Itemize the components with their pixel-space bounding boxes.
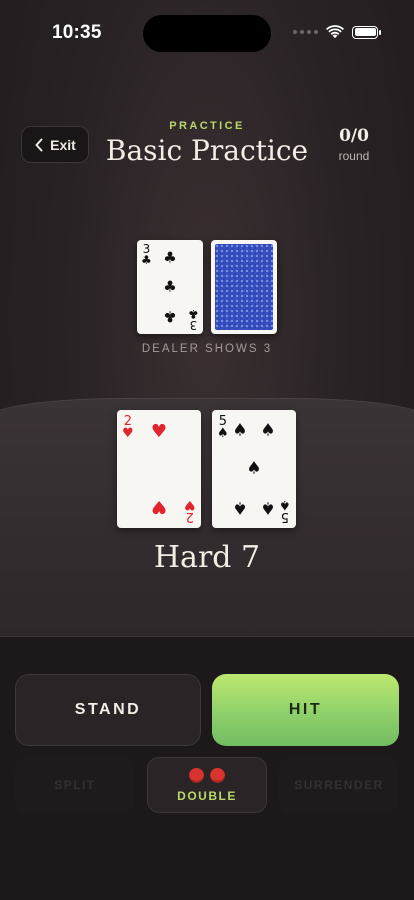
spade-pip: ♠ — [260, 497, 276, 518]
card-back-pattern — [215, 244, 273, 330]
dynamic-island — [143, 15, 271, 52]
dealer-upcard: 3 ♣ ♣ ♣ ♣ 3 ♣ — [137, 240, 203, 334]
heart-pip: ♥ — [150, 421, 168, 442]
double-label: DOUBLE — [177, 788, 237, 803]
club-pip: ♣ — [163, 307, 177, 326]
spade-pip: ♠ — [246, 458, 262, 479]
game-screen: 10:35 Exit PRACTICE Basic Practice 0/0 r… — [0, 0, 414, 900]
cellular-signal-icon — [293, 30, 318, 34]
stand-button[interactable]: STAND — [15, 674, 201, 746]
club-pip: ♣ — [163, 277, 177, 296]
card-corner-bottom: 5 ♠ — [279, 497, 291, 524]
table-felt — [0, 398, 414, 636]
card-corner-bottom: 3 ♣ — [188, 307, 199, 332]
score-label: round — [338, 149, 370, 163]
status-time: 10:35 — [52, 22, 102, 43]
club-pip: ♣ — [163, 248, 177, 267]
double-button[interactable]: DOUBLE — [147, 757, 267, 813]
hit-button[interactable]: HIT — [212, 674, 399, 746]
status-icons — [293, 25, 381, 39]
spade-pip: ♠ — [232, 497, 248, 518]
wifi-icon — [326, 25, 344, 39]
card-corner-bottom: 2 ♥ — [184, 497, 196, 524]
battery-icon — [352, 25, 381, 39]
round-score: 0/0 round — [332, 126, 376, 163]
card-corner-top: 3 ♣ — [141, 242, 152, 267]
dealer-shows-caption: DEALER SHOWS 3 — [141, 343, 273, 355]
player-card-1: 2 ♥ ♥ ♥ 2 ♥ — [117, 410, 201, 528]
chips-icon — [189, 767, 225, 783]
spade-pip: ♠ — [260, 420, 276, 441]
score-value: 0/0 — [339, 126, 369, 146]
surrender-button[interactable]: SURRENDER — [279, 757, 399, 813]
hand-total: Hard 7 — [153, 540, 261, 575]
split-button[interactable]: SPLIT — [15, 757, 135, 813]
card-corner-top: 2 ♥ — [122, 414, 134, 441]
spade-pip: ♠ — [232, 420, 248, 441]
player-card-2: 5 ♠ ♠ ♠ ♠ ♠ ♠ 5 ♠ — [212, 410, 296, 528]
heart-pip: ♥ — [150, 496, 168, 517]
card-corner-top: 5 ♠ — [217, 414, 229, 441]
dealer-hole-card — [211, 240, 277, 334]
